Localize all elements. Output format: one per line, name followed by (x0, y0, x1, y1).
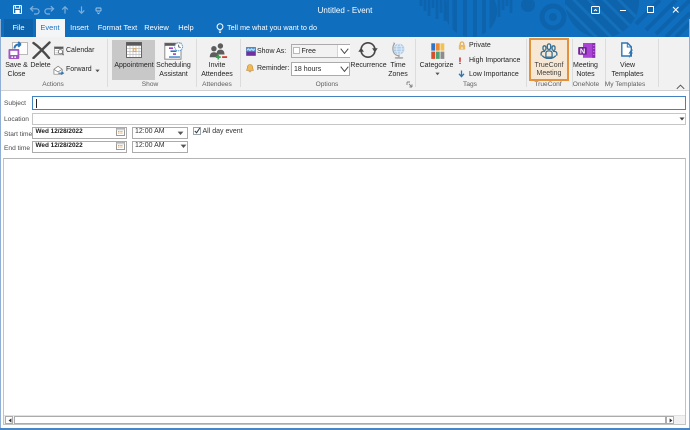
svg-text:N: N (580, 46, 585, 55)
